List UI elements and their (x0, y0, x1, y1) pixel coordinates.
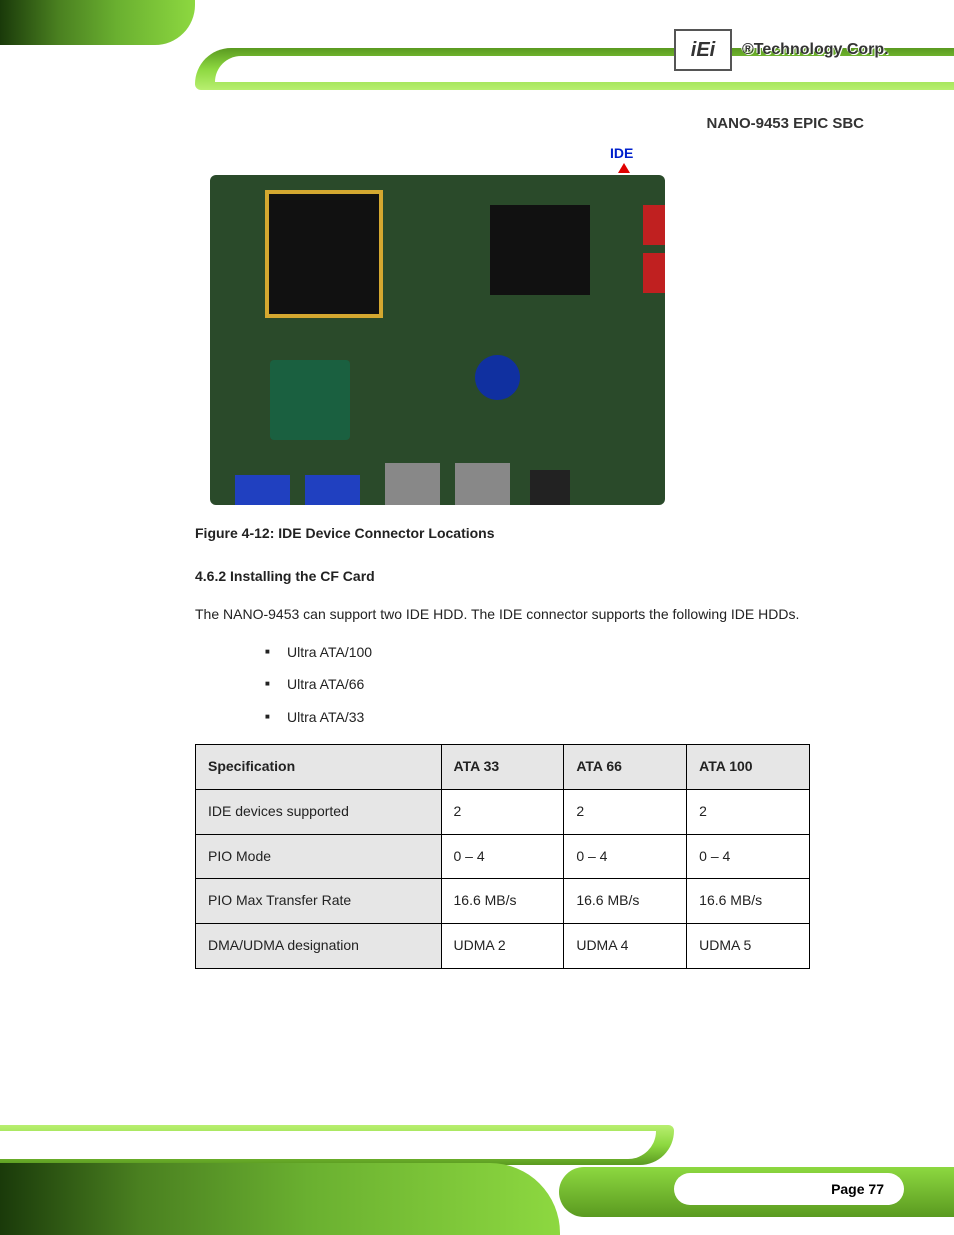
table-header: ATA 33 (441, 744, 564, 789)
table-cell: UDMA 5 (687, 924, 810, 969)
ethernet-port-2-graphic (455, 463, 510, 505)
logo-icon: iEi (674, 29, 732, 71)
vga-port-2-graphic (305, 475, 360, 505)
table-header: ATA 100 (687, 744, 810, 789)
table-cell: PIO Max Transfer Rate (196, 879, 442, 924)
cpu-chip-graphic (270, 360, 350, 440)
main-content: 4.6.2 Installing the CF Card The NANO-94… (195, 565, 854, 969)
ethernet-port-1-graphic (385, 463, 440, 505)
list-item: Ultra ATA/66 (265, 673, 854, 697)
table-cell: 2 (687, 789, 810, 834)
intro-paragraph: The NANO-9453 can support two IDE HDD. T… (195, 603, 854, 627)
figure-caption: Figure 4-12: IDE Device Connector Locati… (195, 525, 495, 541)
circuit-decoration-top (0, 0, 195, 45)
product-title: NANO-9453 EPIC SBC (706, 115, 864, 132)
table-cell: 0 – 4 (687, 834, 810, 879)
ide-callout-label: IDE (610, 145, 633, 161)
table-row: PIO Max Transfer Rate 16.6 MB/s 16.6 MB/… (196, 879, 810, 924)
ide-types-list: Ultra ATA/100 Ultra ATA/66 Ultra ATA/33 (265, 641, 854, 730)
table-cell: 16.6 MB/s (441, 879, 564, 924)
table-row: IDE devices supported 2 2 2 (196, 789, 810, 834)
circuit-decoration-bottom (0, 1163, 560, 1235)
section-heading: 4.6.2 Installing the CF Card (195, 568, 375, 584)
table-cell: 0 – 4 (564, 834, 687, 879)
cmos-battery-graphic (475, 355, 520, 400)
sata-port-2-graphic (643, 253, 665, 293)
table-header: Specification (196, 744, 442, 789)
table-header-row: Specification ATA 33 ATA 66 ATA 100 (196, 744, 810, 789)
spec-table: Specification ATA 33 ATA 66 ATA 100 IDE … (195, 744, 810, 969)
motherboard-photo (210, 175, 665, 505)
table-cell: PIO Mode (196, 834, 442, 879)
table-cell: IDE devices supported (196, 789, 442, 834)
table-cell: 2 (441, 789, 564, 834)
table-cell: DMA/UDMA designation (196, 924, 442, 969)
swoosh-bottom (0, 1125, 674, 1165)
table-header: ATA 66 (564, 744, 687, 789)
list-item: Ultra ATA/100 (265, 641, 854, 665)
sata-port-1-graphic (643, 205, 665, 245)
table-cell: 0 – 4 (441, 834, 564, 879)
table-cell: 16.6 MB/s (564, 879, 687, 924)
table-row: DMA/UDMA designation UDMA 2 UDMA 4 UDMA … (196, 924, 810, 969)
usb-port-graphic (530, 470, 570, 505)
company-logo-area: iEi ®Technology Corp. (674, 25, 919, 75)
table-cell: UDMA 2 (441, 924, 564, 969)
page-number: Page 77 (674, 1173, 904, 1205)
bottom-banner: Page 77 (0, 1105, 954, 1235)
table-row: PIO Mode 0 – 4 0 – 4 0 – 4 (196, 834, 810, 879)
table-cell: UDMA 4 (564, 924, 687, 969)
vga-port-1-graphic (235, 475, 290, 505)
ide-arrow-icon (618, 163, 630, 173)
top-banner: iEi ®Technology Corp. (0, 0, 954, 95)
company-name: ®Technology Corp. (742, 41, 889, 59)
table-cell: 2 (564, 789, 687, 834)
table-cell: 16.6 MB/s (687, 879, 810, 924)
list-item: Ultra ATA/33 (265, 706, 854, 730)
